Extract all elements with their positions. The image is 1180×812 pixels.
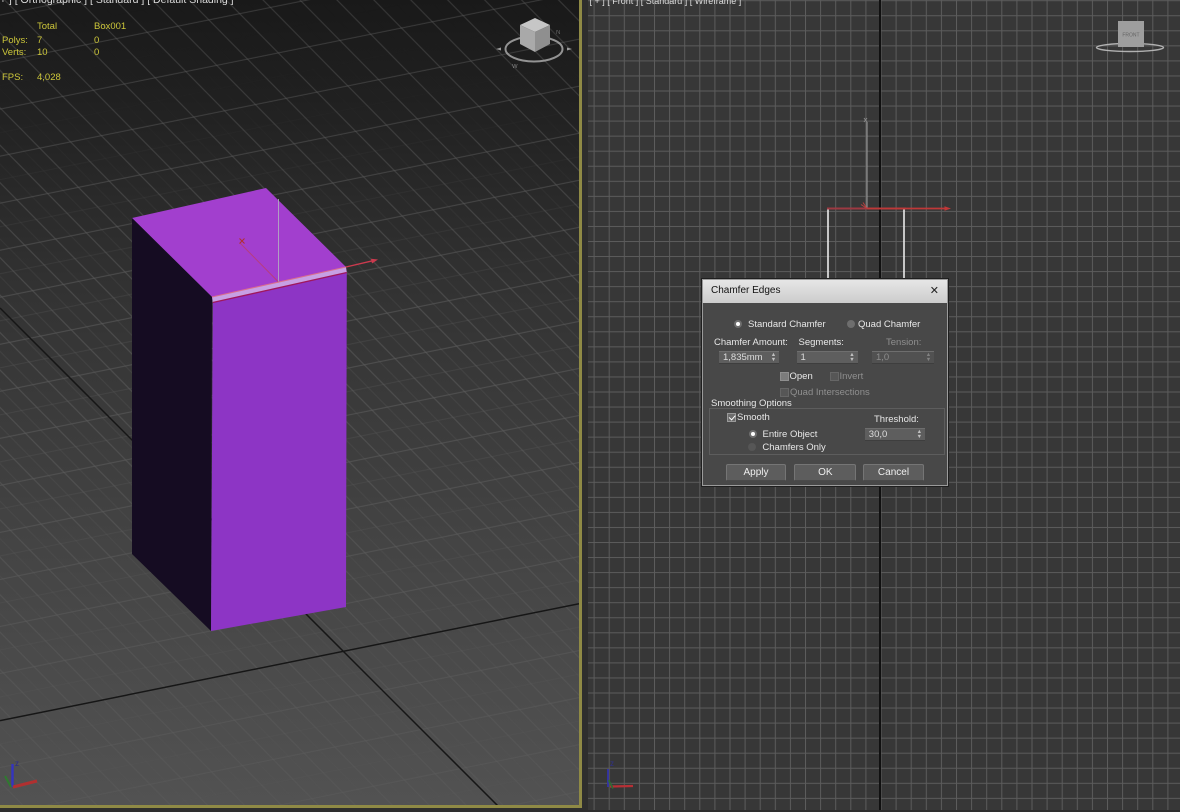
svg-text:N: N [556,30,560,36]
svg-text:W: W [512,64,518,70]
svg-text:z: z [15,759,19,768]
svg-text:z: z [610,759,614,768]
svg-text:FRONT: FRONT [1122,33,1139,39]
